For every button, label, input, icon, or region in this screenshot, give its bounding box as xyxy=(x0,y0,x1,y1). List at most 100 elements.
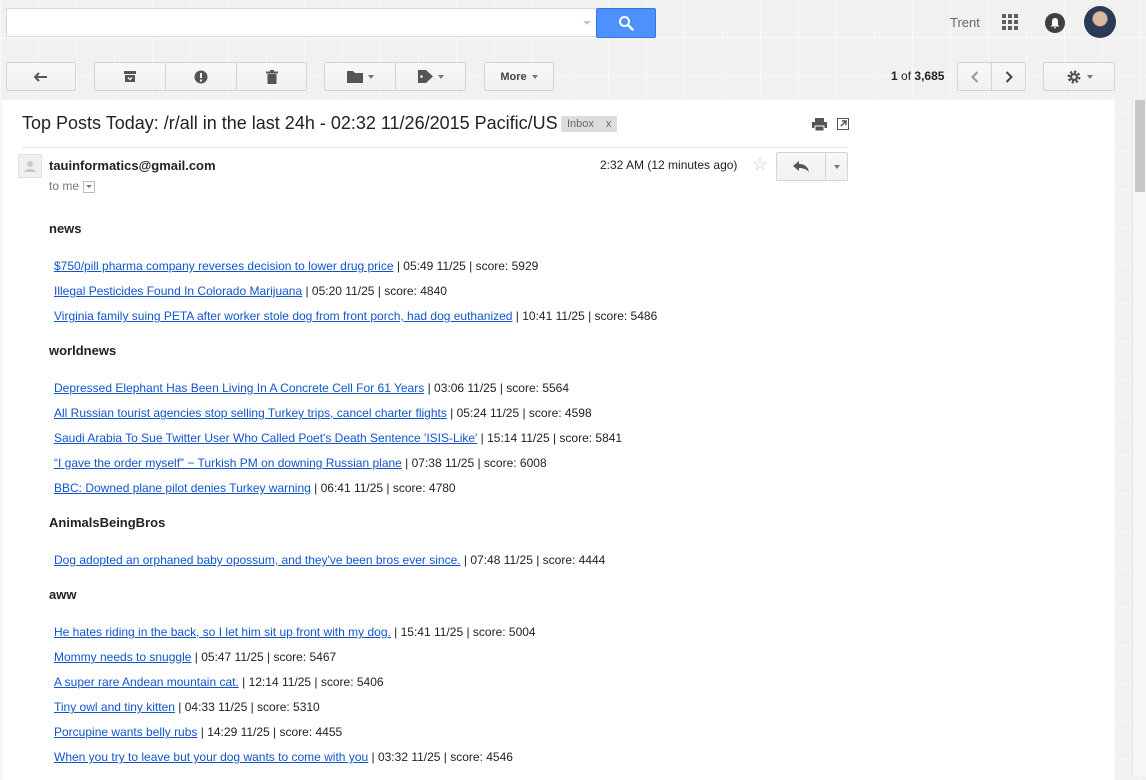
notifications-bell-icon[interactable] xyxy=(1045,13,1065,33)
delete-button[interactable] xyxy=(236,62,307,91)
reply-more-options-button[interactable] xyxy=(825,152,848,181)
message-subject: Top Posts Today: /r/all in the last 24h … xyxy=(22,113,558,133)
post-link[interactable]: BBC: Downed plane pilot denies Turkey wa… xyxy=(54,481,311,495)
post-meta: | 05:24 11/25 | score: 4598 xyxy=(446,406,592,420)
chevron-left-icon xyxy=(970,70,978,83)
report-spam-button[interactable] xyxy=(165,62,237,91)
post-meta: | 05:47 11/25 | score: 5467 xyxy=(191,650,337,664)
print-icon[interactable] xyxy=(812,118,827,131)
post-meta: | 03:32 11/25 | score: 4546 xyxy=(368,750,513,764)
archive-button[interactable] xyxy=(94,62,166,91)
email-body: news $750/pill pharma company reverses de… xyxy=(49,200,1049,774)
chevron-down-icon xyxy=(833,164,840,169)
post-link[interactable]: All Russian tourist agencies stop sellin… xyxy=(54,406,447,420)
post-list: He hates riding in the back, so I let hi… xyxy=(49,624,1049,774)
remove-label-button[interactable]: x xyxy=(606,118,612,130)
header-divider xyxy=(22,147,848,148)
folder-icon xyxy=(346,71,363,83)
post-link[interactable]: “I gave the order myself” − Turkish PM o… xyxy=(54,456,402,470)
search-input[interactable] xyxy=(13,13,577,34)
sender-avatar xyxy=(18,154,42,178)
search-options-caret-icon[interactable] xyxy=(583,21,591,25)
older-button[interactable] xyxy=(991,62,1026,91)
post-meta: | 07:48 11/25 | score: 4444 xyxy=(460,553,606,567)
report-spam-icon xyxy=(194,70,208,83)
avatar[interactable] xyxy=(1084,6,1116,38)
trash-icon xyxy=(265,69,278,84)
apps-grid-icon[interactable] xyxy=(1002,14,1018,30)
post-meta: | 05:49 11/25 | score: 5929 xyxy=(393,259,539,273)
label-tag-icon xyxy=(417,70,433,83)
star-icon[interactable]: ☆ xyxy=(752,154,768,175)
newer-button[interactable] xyxy=(957,62,992,91)
post-link[interactable]: Illegal Pesticides Found In Colorado Mar… xyxy=(54,284,302,298)
search-icon xyxy=(619,16,634,31)
gear-icon xyxy=(1067,70,1080,83)
list-item: When you try to leave but your dog wants… xyxy=(49,749,1049,774)
open-in-new-window-icon[interactable] xyxy=(837,118,849,130)
post-link[interactable]: Tiny owl and tiny kitten xyxy=(54,700,175,714)
chevron-down-icon xyxy=(437,74,444,79)
post-link[interactable]: Saudi Arabia To Sue Twitter User Who Cal… xyxy=(54,431,477,445)
section-2: AnimalsBeingBros Dog adopted an orphaned … xyxy=(49,515,1049,577)
post-link[interactable]: $750/pill pharma company reverses decisi… xyxy=(54,259,394,273)
post-link[interactable]: He hates riding in the back, so I let hi… xyxy=(54,625,391,639)
post-list: Depressed Elephant Has Been Living In A … xyxy=(49,380,1049,505)
section-title: news xyxy=(49,221,82,236)
label-text[interactable]: Inbox xyxy=(567,118,594,130)
pager-current: 1 xyxy=(891,69,898,83)
post-list: $750/pill pharma company reverses decisi… xyxy=(49,258,1049,333)
sender-email[interactable]: tauinformatics@gmail.com xyxy=(49,158,216,173)
recipient-line: to me xyxy=(49,179,96,193)
list-item: Depressed Elephant Has Been Living In A … xyxy=(49,380,1049,405)
archive-icon xyxy=(124,71,136,82)
more-button[interactable]: More xyxy=(484,62,554,91)
post-meta: | 04:33 11/25 | score: 5310 xyxy=(174,700,320,714)
more-label: More xyxy=(500,70,527,83)
scrollbar[interactable] xyxy=(1132,100,1146,777)
post-meta: | 07:38 11/25 | score: 6008 xyxy=(401,456,547,470)
post-meta: | 15:41 11/25 | score: 5004 xyxy=(390,625,536,639)
post-list: Dog adopted an orphaned baby opossum, an… xyxy=(49,552,1049,577)
list-item: Mommy needs to snuggle | 05:47 11/25 | s… xyxy=(49,649,1049,674)
reply-arrow-icon xyxy=(793,161,809,172)
list-item: All Russian tourist agencies stop sellin… xyxy=(49,405,1049,430)
post-link[interactable]: Mommy needs to snuggle xyxy=(54,650,191,664)
post-link[interactable]: Virginia family suing PETA after worker … xyxy=(54,309,512,323)
list-item: Virginia family suing PETA after worker … xyxy=(49,308,1049,333)
scrollbar-thumb[interactable] xyxy=(1135,100,1145,192)
message-time: 2:32 AM (12 minutes ago) xyxy=(600,158,738,172)
list-item: A super rare Andean mountain cat. | 12:1… xyxy=(49,674,1049,699)
user-name[interactable]: Trent xyxy=(950,15,980,30)
reply-button[interactable] xyxy=(776,152,826,181)
pager-of: of xyxy=(901,69,912,83)
labels-button[interactable] xyxy=(395,62,466,91)
post-meta: | 10:41 11/25 | score: 5486 xyxy=(512,309,658,323)
post-link[interactable]: Depressed Elephant Has Been Living In A … xyxy=(54,381,424,395)
list-item: “I gave the order myself” − Turkish PM o… xyxy=(49,455,1049,480)
post-meta: | 03:06 11/25 | score: 5564 xyxy=(424,381,570,395)
back-arrow-icon xyxy=(34,71,47,82)
section-0: news $750/pill pharma company reverses de… xyxy=(49,221,1049,333)
post-link[interactable]: Porcupine wants belly rubs xyxy=(54,725,197,739)
list-item: $750/pill pharma company reverses decisi… xyxy=(49,258,1049,283)
back-to-inbox-button[interactable] xyxy=(6,62,76,91)
list-item: Porcupine wants belly rubs | 14:29 11/25… xyxy=(49,724,1049,749)
post-meta: | 14:29 11/25 | score: 4455 xyxy=(197,725,343,739)
section-1: worldnews Depressed Elephant Has Been Liv… xyxy=(49,343,1049,505)
search-box xyxy=(6,8,596,37)
post-link[interactable]: A super rare Andean mountain cat. xyxy=(54,675,239,689)
pager-count: 1 of 3,685 xyxy=(891,69,944,83)
show-details-dropdown-icon[interactable] xyxy=(83,180,96,193)
section-title: worldnews xyxy=(49,343,117,358)
settings-button[interactable] xyxy=(1043,62,1115,91)
section-title: AnimalsBeingBros xyxy=(49,515,166,530)
list-item: Dog adopted an orphaned baby opossum, an… xyxy=(49,552,1049,577)
search-button[interactable] xyxy=(596,8,656,38)
pager-total: 3,685 xyxy=(914,69,945,83)
post-meta: | 15:14 11/25 | score: 5841 xyxy=(477,431,623,445)
inbox-label-badge: Inbox x xyxy=(561,116,618,132)
post-link[interactable]: Dog adopted an orphaned baby opossum, an… xyxy=(54,553,461,567)
post-link[interactable]: When you try to leave but your dog wants… xyxy=(54,750,368,764)
move-to-button[interactable] xyxy=(324,62,396,91)
